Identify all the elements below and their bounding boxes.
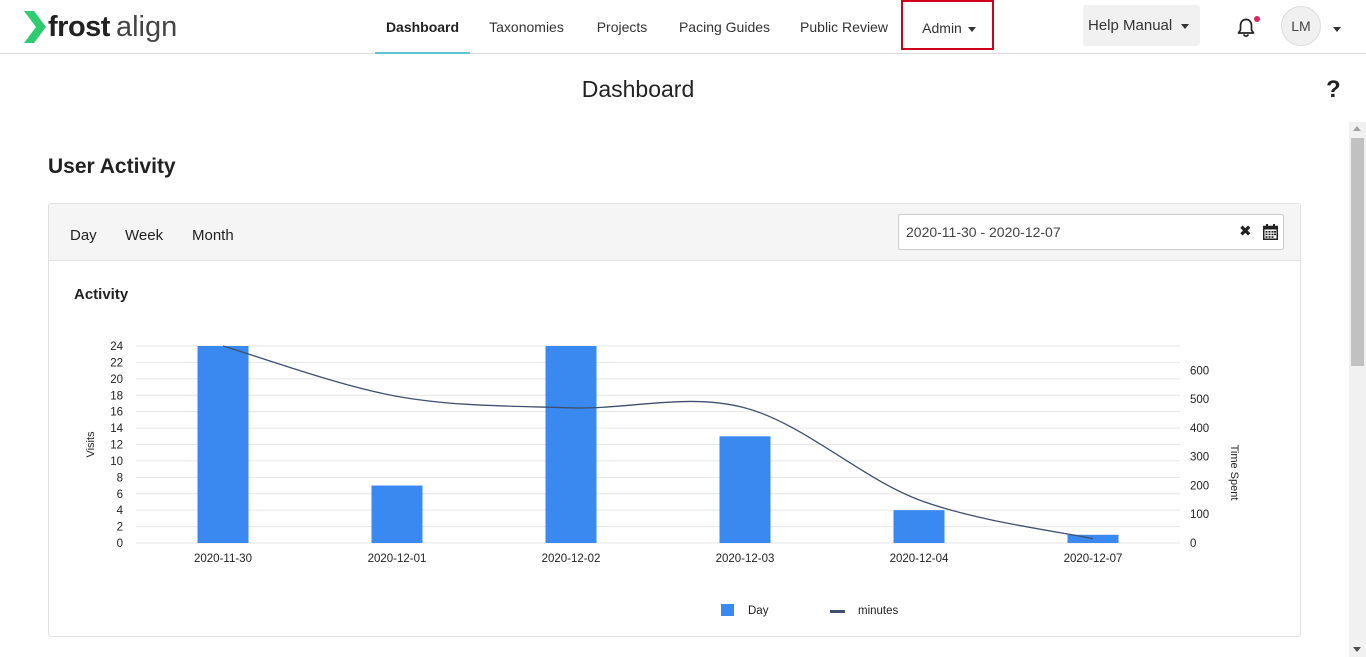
y-tick-label: 2	[117, 522, 123, 534]
y-tick-label: 4	[117, 505, 124, 517]
x-tick-label: 2020-12-01	[368, 553, 427, 565]
scroll-down-arrow-icon[interactable]	[1353, 647, 1361, 652]
bar	[719, 436, 771, 543]
y-tick-label: 14	[110, 423, 123, 435]
y-tick-label: 12	[110, 440, 123, 452]
help-manual-dropdown[interactable]: Help Manual	[1083, 5, 1200, 46]
scroll-up-arrow-icon[interactable]	[1353, 126, 1361, 131]
x-tick-label: 2020-12-04	[890, 553, 949, 565]
y2-axis-title: Time Spent	[1228, 445, 1240, 501]
nav-taxonomies[interactable]: Taxonomies	[483, 0, 570, 53]
y-tick-label: 8	[117, 472, 123, 484]
x-tick-label: 2020-11-30	[194, 553, 252, 565]
top-navbar: frost align Dashboard Taxonomies Project…	[0, 0, 1366, 54]
legend-swatch-day	[721, 604, 734, 616]
logo-chevron-icon	[24, 11, 46, 43]
legend-label-minutes: minutes	[858, 605, 899, 617]
nav-admin-dropdown[interactable]: Admin	[910, 0, 988, 53]
y2-tick-label: 500	[1190, 394, 1209, 406]
clear-date-icon[interactable]: ✖	[1239, 223, 1252, 241]
chevron-down-icon	[1181, 23, 1190, 29]
x-tick-label: 2020-12-03	[716, 553, 775, 565]
range-day-button[interactable]: Day	[70, 227, 97, 244]
nav-projects[interactable]: Projects	[588, 0, 656, 53]
y-tick-label: 0	[117, 538, 123, 550]
range-month-button[interactable]: Month	[192, 227, 234, 244]
y2-tick-label: 200	[1190, 480, 1209, 492]
legend-swatch-minutes	[830, 610, 845, 613]
page-title: Dashboard	[581, 76, 695, 102]
x-tick-label: 2020-12-02	[542, 553, 601, 565]
section-title-user-activity: User Activity	[48, 155, 176, 178]
help-manual-label: Help Manual	[1088, 17, 1173, 34]
logo-word-align: align	[115, 10, 178, 43]
y2-tick-label: 100	[1190, 509, 1209, 521]
y2-tick-label: 0	[1190, 538, 1196, 550]
y-tick-label: 24	[110, 341, 123, 353]
nav-admin-label: Admin	[922, 20, 962, 36]
bar	[1067, 534, 1119, 543]
scrollbar-thumb[interactable]	[1351, 138, 1364, 366]
bar	[893, 510, 945, 543]
logo[interactable]: frost align	[24, 10, 177, 44]
x-tick-label: 2020-12-07	[1064, 553, 1123, 565]
chart-title: Activity	[74, 286, 129, 303]
y-tick-label: 10	[110, 456, 123, 468]
nav-dashboard[interactable]: Dashboard	[375, 0, 470, 54]
y-tick-label: 20	[110, 374, 123, 386]
y2-tick-label: 300	[1190, 452, 1209, 464]
range-week-button[interactable]: Week	[125, 227, 163, 244]
bar	[371, 485, 423, 543]
y-tick-label: 18	[110, 390, 123, 402]
y2-tick-label: 400	[1190, 423, 1209, 435]
y-tick-label: 6	[117, 489, 123, 501]
bar	[545, 346, 597, 543]
y-tick-label: 22	[110, 357, 123, 369]
bar	[197, 346, 249, 543]
calendar-icon[interactable]	[1263, 224, 1278, 240]
legend-label-day: Day	[748, 605, 769, 617]
logo-word-frost: frost	[48, 10, 110, 43]
y-axis-title: Visits	[85, 431, 97, 458]
activity-chart: 0246810121416182022240100200300400500600…	[85, 341, 1240, 617]
activity-card-header: Day Week Month 2020-11-30 - 2020-12-07 ✖	[49, 204, 1300, 261]
avatar[interactable]: LM	[1281, 6, 1321, 46]
chevron-down-icon	[967, 26, 976, 32]
avatar-chevron-down-icon[interactable]	[1333, 27, 1341, 32]
nav-pacing-guides[interactable]: Pacing Guides	[673, 0, 776, 53]
activity-card: Day Week Month 2020-11-30 - 2020-12-07 ✖…	[48, 203, 1301, 637]
y-tick-label: 16	[110, 407, 123, 419]
y2-tick-label: 600	[1190, 365, 1209, 377]
date-range-input[interactable]: 2020-11-30 - 2020-12-07	[898, 214, 1284, 250]
notification-badge	[1254, 16, 1260, 22]
nav-public-review[interactable]: Public Review	[793, 0, 895, 53]
help-question-icon[interactable]: ?	[1326, 76, 1341, 104]
